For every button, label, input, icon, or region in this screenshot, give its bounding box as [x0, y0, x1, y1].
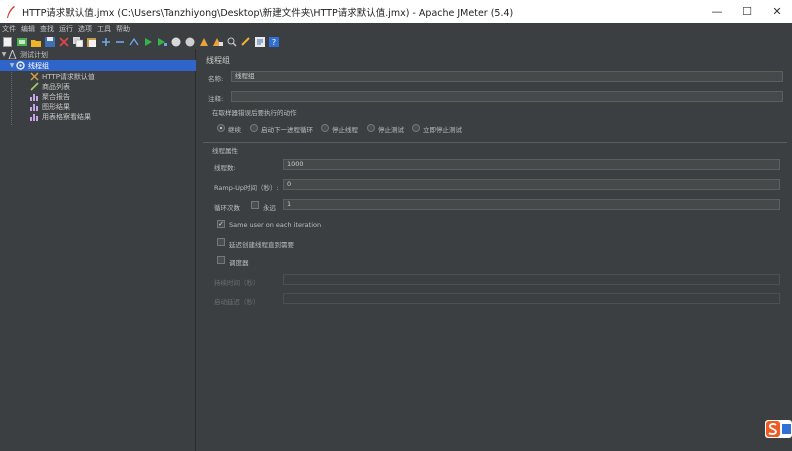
- rampup-label: Ramp-Up时间（秒）:: [214, 184, 279, 192]
- menu-search[interactable]: 查找: [40, 24, 54, 34]
- menu-help[interactable]: 帮助: [116, 24, 130, 34]
- duration-label: 持续时间（秒）: [214, 279, 260, 287]
- delay-thread-label: 延迟创建线程直到需要: [229, 241, 294, 249]
- cut-icon[interactable]: [58, 37, 69, 48]
- clear-all-icon[interactable]: [212, 37, 223, 48]
- help-icon[interactable]: ?: [268, 37, 279, 48]
- radio-start-next-loop[interactable]: [250, 124, 258, 132]
- tree-item-label: 聚合报告: [42, 92, 70, 101]
- duration-field[interactable]: [283, 274, 780, 285]
- thread-props-label: 线程属性: [212, 147, 238, 155]
- open-icon[interactable]: [30, 37, 41, 48]
- reset-search-icon[interactable]: [240, 37, 251, 48]
- templates-icon[interactable]: [16, 37, 27, 48]
- thread-group-panel: 线程组 名称: 线程组 注释: 在取样器错误后要执行的动作 继续 启动下一进程循…: [197, 49, 792, 451]
- svg-text:?: ?: [271, 38, 275, 47]
- threads-field[interactable]: 1000: [283, 159, 780, 170]
- tree-item-label: HTTP请求默认值: [42, 72, 95, 81]
- tree-item-label: 图形结果: [42, 102, 70, 111]
- radio-stop-test-now-label: 立即停止测试: [423, 126, 462, 134]
- radio-start-next-loop-label: 启动下一进程循环: [261, 126, 313, 134]
- test-plan-tree: ▼ 测试计划 ▼ 线程组 HTTP请求默认值 商品列表 聚合报告 图形结果 用表…: [0, 49, 196, 451]
- chart-icon: [30, 102, 39, 111]
- tree-item-label: 线程组: [28, 61, 49, 70]
- menu-run[interactable]: 运行: [59, 24, 73, 34]
- forever-label: 永远: [263, 204, 276, 212]
- panel-title: 线程组: [206, 56, 230, 65]
- tree-item-test-plan[interactable]: ▼ 测试计划: [0, 49, 196, 60]
- clear-icon[interactable]: [198, 37, 209, 48]
- menu-bar: 文件 编辑 查找 运行 选项 工具 帮助: [0, 23, 792, 35]
- title-bar: HTTP请求默认值.jmx (C:\Users\Tanzhiyong\Deskt…: [0, 0, 792, 23]
- menu-options[interactable]: 选项: [78, 24, 92, 34]
- radio-stop-test-now[interactable]: [412, 124, 420, 132]
- tree-item-label: 用表格察看结果: [42, 112, 91, 121]
- toolbar: ?: [0, 35, 792, 49]
- comment-field[interactable]: [231, 91, 783, 102]
- startup-delay-field[interactable]: [283, 293, 780, 304]
- save-icon[interactable]: [44, 37, 55, 48]
- toggle-icon[interactable]: [128, 37, 139, 48]
- forever-checkbox[interactable]: [251, 201, 259, 209]
- loop-label: 循环次数: [214, 204, 240, 212]
- start-no-pause-icon[interactable]: [156, 37, 167, 48]
- jmeter-feather-icon: [4, 5, 18, 19]
- scheduler-checkbox[interactable]: [217, 256, 225, 264]
- tree-item-label: 测试计划: [20, 50, 48, 59]
- menu-tools[interactable]: 工具: [97, 24, 111, 34]
- chevron-down-icon[interactable]: ▼: [8, 62, 16, 69]
- radio-stop-thread[interactable]: [321, 124, 329, 132]
- radio-stop-test-label: 停止测试: [378, 126, 404, 134]
- same-user-label: Same user on each iteration: [229, 221, 322, 229]
- new-icon[interactable]: [2, 37, 13, 48]
- tree-item-table-results[interactable]: 用表格察看结果: [0, 111, 196, 122]
- menu-edit[interactable]: 编辑: [21, 24, 35, 34]
- divider: [203, 142, 787, 143]
- shutdown-icon[interactable]: [184, 37, 195, 48]
- start-icon[interactable]: [142, 37, 153, 48]
- same-user-checkbox[interactable]: ✓: [217, 220, 225, 228]
- startup-delay-label: 启动延迟（秒）: [214, 298, 260, 306]
- loop-field[interactable]: 1: [283, 199, 780, 210]
- threads-label: 线程数:: [214, 164, 236, 172]
- tree-item-label: 商品列表: [42, 82, 70, 91]
- maximize-button[interactable]: ☐: [732, 0, 762, 23]
- collapse-icon[interactable]: [114, 37, 125, 48]
- name-label: 名称:: [208, 75, 224, 83]
- menu-file[interactable]: 文件: [2, 24, 16, 34]
- chevron-down-icon[interactable]: ▼: [0, 51, 8, 58]
- radio-stop-test[interactable]: [367, 124, 375, 132]
- paste-icon[interactable]: [86, 37, 97, 48]
- minimize-button[interactable]: —: [702, 0, 732, 23]
- ime-badge-icon[interactable]: [765, 420, 792, 438]
- radio-stop-thread-label: 停止线程: [332, 126, 358, 134]
- chart-icon: [30, 92, 39, 101]
- window-title: HTTP请求默认值.jmx (C:\Users\Tanzhiyong\Deskt…: [22, 7, 514, 19]
- delay-thread-checkbox[interactable]: [217, 238, 225, 246]
- radio-continue[interactable]: [217, 124, 225, 132]
- expand-icon[interactable]: [100, 37, 111, 48]
- wrench-icon: [30, 72, 39, 81]
- scheduler-label: 调度器: [229, 259, 249, 267]
- pen-icon: [30, 82, 39, 91]
- chart-icon: [30, 112, 39, 121]
- comment-label: 注释:: [208, 95, 224, 103]
- test-plan-icon: [8, 50, 17, 59]
- gear-icon: [16, 61, 25, 70]
- search-icon[interactable]: [226, 37, 237, 48]
- copy-icon[interactable]: [72, 37, 83, 48]
- tree-item-thread-group[interactable]: ▼ 线程组: [0, 60, 196, 71]
- function-helper-icon[interactable]: [254, 37, 265, 48]
- stop-icon[interactable]: [170, 37, 181, 48]
- close-button[interactable]: ✕: [762, 0, 792, 23]
- error-action-label: 在取样器错误后要执行的动作: [212, 109, 297, 117]
- rampup-field[interactable]: 0: [283, 179, 780, 190]
- radio-continue-label: 继续: [228, 126, 241, 134]
- name-field[interactable]: 线程组: [231, 71, 783, 82]
